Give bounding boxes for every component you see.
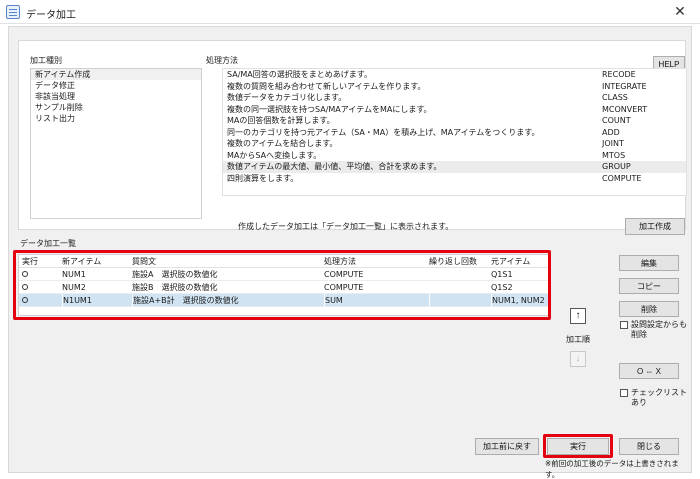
title-bar: データ加工 ✕ [0,0,700,24]
method-desc: 複数の同一選択肢を持つSA/MAアイテムをMAにします。 [227,104,432,114]
method-desc: 複数のアイテムを結合します。 [227,139,338,148]
method-desc: 複数の質問を組み合わせて新しいアイテムを作ります。 [227,81,426,91]
order-label: 加工順 [566,335,590,344]
type-item-na-process[interactable]: 非該当処理 [31,91,201,102]
type-label: 加工種別 [30,56,62,65]
edit-button[interactable]: 編集 [619,255,679,271]
method-code: INTEGRATE [602,81,647,91]
method-row-compute[interactable]: 四則演算をします。 COMPUTE [223,173,686,185]
delete-setting-checkbox[interactable] [620,321,628,329]
method-code: GROUP [602,162,631,171]
method-desc: MAからSAへ変換します。 [227,150,322,160]
method-code: COUNT [602,116,631,125]
method-desc: 四則演算をします。 [227,173,299,183]
method-row-mtos[interactable]: MAからSAへ変換します。 MTOS [223,150,686,162]
type-item-new-item[interactable]: 新アイテム作成 [31,69,201,80]
revert-button[interactable]: 加工前に戻す [475,438,539,455]
method-code: MCONVERT [602,104,648,114]
method-row-integrate[interactable]: 複数の質問を組み合わせて新しいアイテムを作ります。 INTEGRATE [223,81,686,93]
method-code: RECODE [602,70,636,79]
type-item-data-fix[interactable]: データ修正 [31,80,201,91]
method-code: MTOS [602,150,626,160]
created-note: 作成したデータ加工は「データ加工一覧」に表示されます。 [238,222,454,231]
method-code: JOINT [602,139,624,148]
delete-button[interactable]: 削除 [619,301,679,317]
method-row-recode[interactable]: SA/MA回答の選択肢をまとめあげます。 RECODE [223,69,686,81]
close-button[interactable]: 閉じる [619,438,679,455]
delete-setting-label-1: 設問設定からも [631,320,687,329]
create-button[interactable]: 加工作成 [625,218,685,235]
type-item-sample-delete[interactable]: サンプル削除 [31,102,201,113]
highlight-frame-list [13,250,551,320]
highlight-frame-run [543,434,613,458]
order-up-button[interactable]: ↑ [570,308,586,324]
method-desc: 数値アイテムの最大値、最小値、平均値、合計を求めます。 [227,162,442,171]
method-row-class[interactable]: 数値データをカテゴリ化します。 CLASS [223,92,686,104]
method-desc: 同一のカテゴリを持つ元アイテム（SA・MA）を積み上げ、MAアイテムをつくります… [227,127,540,137]
method-desc: SA/MA回答の選択肢をまとめあげます。 [227,70,372,79]
method-row-group[interactable]: 数値アイテムの最大値、最小値、平均値、合計を求めます。 GROUP [223,161,686,173]
window-close-button[interactable]: ✕ [660,0,700,24]
dialog-body: 加工種別 処理方法 HELP 新アイテム作成 データ修正 非該当処理 サンプル削… [8,26,692,479]
type-list[interactable]: 新アイテム作成 データ修正 非該当処理 サンプル削除 リスト出力 [30,68,202,219]
checklist-checkbox[interactable] [620,389,628,397]
method-desc: MAの回答個数を計算します。 [227,116,335,125]
method-desc: 数値データをカテゴリ化します。 [227,93,347,102]
method-code: COMPUTE [602,173,642,183]
method-row-joint[interactable]: 複数のアイテムを結合します。 JOINT [223,138,686,150]
app-icon [6,5,20,19]
list-label: データ加工一覧 [20,239,76,248]
type-item-list-output[interactable]: リスト出力 [31,113,201,124]
method-code: CLASS [602,93,628,102]
method-row-count[interactable]: MAの回答個数を計算します。 COUNT [223,115,686,127]
order-down-button[interactable]: ↓ [570,351,586,367]
checklist-label: チェックリストあり [631,388,687,407]
method-row-mconvert[interactable]: 複数の同一選択肢を持つSA/MAアイテムをMAにします。 MCONVERT [223,104,686,116]
overwrite-note: ※前回の加工後のデータは上書きされます。 [545,459,679,479]
method-code: ADD [602,127,620,137]
ox-toggle-button[interactable]: O ⇔ X [619,363,679,379]
method-row-add[interactable]: 同一のカテゴリを持つ元アイテム（SA・MA）を積み上げ、MAアイテムをつくります… [223,127,686,139]
window-title: データ加工 [26,10,76,21]
processing-panel: 加工種別 処理方法 HELP 新アイテム作成 データ修正 非該当処理 サンプル削… [18,40,687,235]
delete-setting-label-2: 削除 [631,330,647,339]
method-list[interactable]: SA/MA回答の選択肢をまとめあげます。 RECODE 複数の質問を組み合わせて新… [222,68,687,196]
copy-button[interactable]: コピー [619,278,679,294]
method-label: 処理方法 [206,56,238,65]
